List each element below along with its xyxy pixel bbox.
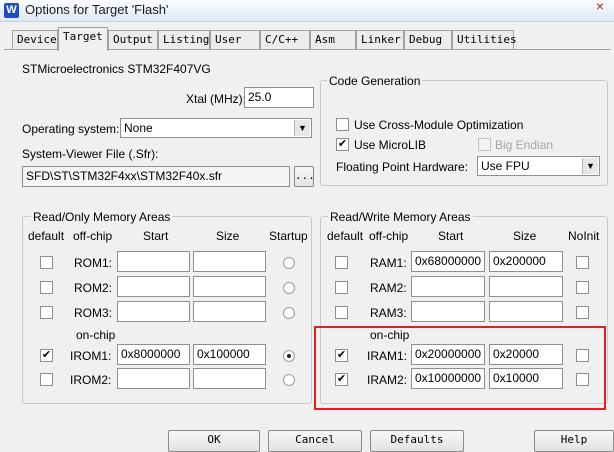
fpu-select-value: Use FPU	[481, 159, 530, 173]
irom2-start-input[interactable]	[117, 368, 190, 389]
os-select-value: None	[124, 121, 153, 135]
tab-debug[interactable]: Debug	[404, 30, 452, 49]
ram3-default-checkbox[interactable]	[335, 306, 348, 319]
ram1-label: RAM1:	[370, 256, 407, 270]
ram2-noinit-checkbox[interactable]	[576, 281, 589, 294]
ram-group-title: Read/Write Memory Areas	[328, 210, 473, 224]
ram3-start-input[interactable]	[411, 301, 485, 322]
rom2-startup-radio[interactable]	[283, 282, 295, 294]
help-button[interactable]: Help	[534, 430, 614, 452]
window-title: Options for Target 'Flash'	[25, 2, 169, 17]
ram1-start-input[interactable]: 0x68000000	[411, 251, 485, 272]
rom3-size-input[interactable]	[193, 301, 266, 322]
defaults-button[interactable]: Defaults	[370, 430, 464, 452]
rom-header-startup: Startup	[269, 229, 308, 243]
rom-header-default: default	[28, 229, 65, 243]
ram1-default-checkbox[interactable]	[335, 256, 348, 269]
big-endian-checkbox[interactable]	[478, 138, 491, 151]
rom1-startup-radio[interactable]	[283, 257, 295, 269]
tab-c-cpp[interactable]: C/C++	[260, 30, 310, 49]
close-icon[interactable]: ×	[586, 0, 614, 14]
ram-header-noinit: NoInit	[568, 229, 600, 243]
ram3-noinit-checkbox[interactable]	[576, 306, 589, 319]
code-generation-title: Code Generation	[327, 74, 423, 88]
irom1-size-input[interactable]: 0x100000	[193, 344, 266, 365]
chevron-down-icon: ▼	[294, 120, 310, 136]
tab-device[interactable]: Device	[12, 30, 58, 49]
xtal-label: Xtal (MHz):	[186, 92, 246, 106]
ok-button[interactable]: OK	[168, 430, 260, 452]
tab-output[interactable]: Output	[108, 30, 158, 49]
tab-utilities[interactable]: Utilities	[452, 30, 517, 49]
microlib-label: Use MicroLIB	[354, 138, 427, 152]
irom1-default-checkbox[interactable]: ✔	[40, 349, 53, 362]
browse-button[interactable]: ...	[294, 166, 315, 187]
tab-linker[interactable]: Linker	[356, 30, 404, 49]
irom2-startup-radio[interactable]	[283, 374, 295, 386]
ram1-size-input[interactable]: 0x200000	[489, 251, 563, 272]
cross-module-checkbox[interactable]	[336, 118, 349, 131]
rom-header-start: Start	[143, 229, 169, 243]
rom1-default-checkbox[interactable]	[40, 256, 53, 269]
tab-listing[interactable]: Listing	[158, 30, 210, 49]
ram-header-size: Size	[513, 229, 537, 243]
rom3-label: ROM3:	[74, 306, 113, 320]
rom-header-size: Size	[216, 229, 240, 243]
irom2-label: IROM2:	[70, 373, 112, 387]
ram-header-default: default	[327, 229, 364, 243]
rom-header-offchip: off-chip	[73, 229, 113, 243]
highlight-box	[314, 326, 606, 410]
irom2-size-input[interactable]	[193, 368, 266, 389]
os-select[interactable]: None ▼	[120, 118, 312, 138]
rom2-size-input[interactable]	[193, 276, 266, 297]
irom1-start-input[interactable]: 0x8000000	[117, 344, 190, 365]
chevron-down-icon: ▼	[582, 158, 598, 174]
ram2-default-checkbox[interactable]	[335, 281, 348, 294]
os-label: Operating system:	[22, 122, 120, 136]
ram-header-offchip: off-chip	[369, 229, 409, 243]
fpu-label: Floating Point Hardware:	[336, 160, 469, 174]
rom3-default-checkbox[interactable]	[40, 306, 53, 319]
irom1-label: IROM1:	[70, 349, 112, 363]
rom2-default-checkbox[interactable]	[40, 281, 53, 294]
ram-header-start: Start	[438, 229, 464, 243]
fpu-select[interactable]: Use FPU ▼	[477, 156, 600, 176]
rom2-label: ROM2:	[74, 281, 113, 295]
app-icon: W	[4, 3, 19, 18]
rom1-label: ROM1:	[74, 256, 113, 270]
tab-asm[interactable]: Asm	[310, 30, 356, 49]
svf-label: System-Viewer File (.Sfr):	[22, 147, 159, 161]
device-name: STMicroelectronics STM32F407VG	[22, 62, 211, 76]
xtal-input[interactable]: 25.0	[244, 87, 314, 108]
tab-target[interactable]: Target	[58, 27, 108, 51]
svf-input[interactable]: SFD\ST\STM32F4xx\STM32F40x.sfr	[22, 166, 290, 187]
rom2-start-input[interactable]	[117, 276, 190, 297]
ram3-label: RAM3:	[370, 306, 407, 320]
cross-module-label: Use Cross-Module Optimization	[354, 118, 524, 132]
ram3-size-input[interactable]	[489, 301, 563, 322]
rom1-size-input[interactable]	[193, 251, 266, 272]
ram2-label: RAM2:	[370, 281, 407, 295]
ram1-noinit-checkbox[interactable]	[576, 256, 589, 269]
irom1-startup-radio[interactable]	[283, 350, 295, 362]
rom3-start-input[interactable]	[117, 301, 190, 322]
title-bar: W Options for Target 'Flash' ×	[0, 0, 614, 22]
microlib-checkbox[interactable]: ✔	[336, 138, 349, 151]
irom2-default-checkbox[interactable]	[40, 373, 53, 386]
rom3-startup-radio[interactable]	[283, 307, 295, 319]
rom1-start-input[interactable]	[117, 251, 190, 272]
ram2-start-input[interactable]	[411, 276, 485, 297]
tab-user[interactable]: User	[210, 30, 260, 49]
rom-onchip-label: on-chip	[76, 328, 116, 342]
rom-group-title: Read/Only Memory Areas	[31, 210, 173, 224]
cancel-button[interactable]: Cancel	[268, 430, 362, 452]
big-endian-label: Big Endian	[495, 138, 554, 152]
ram2-size-input[interactable]	[489, 276, 563, 297]
